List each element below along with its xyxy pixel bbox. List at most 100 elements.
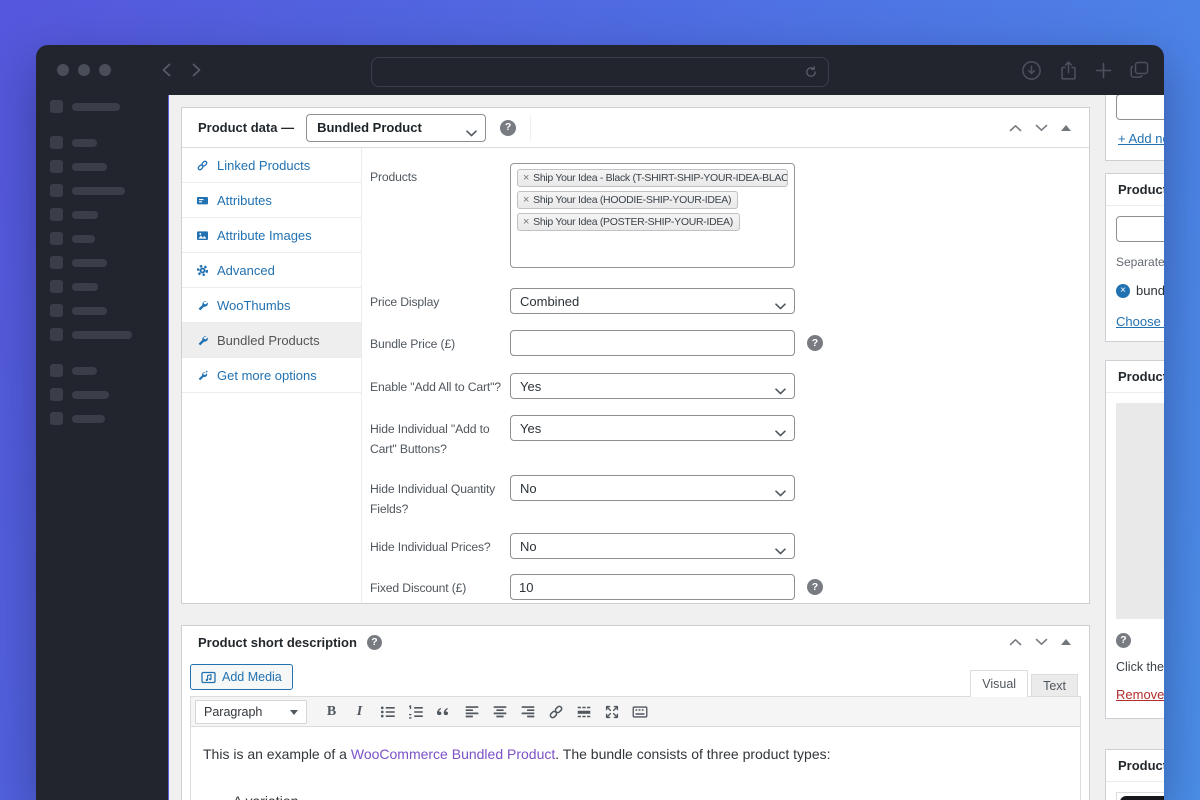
new-tab-icon[interactable] — [1095, 62, 1112, 79]
move-down-icon[interactable] — [1035, 633, 1048, 651]
choose-from-tags-link[interactable]: Choose fr — [1116, 314, 1164, 329]
help-icon[interactable]: ? — [807, 335, 823, 351]
bold-button[interactable]: B — [318, 700, 345, 724]
help-icon[interactable]: ? — [1116, 632, 1131, 648]
help-icon[interactable]: ? — [807, 579, 823, 595]
add-media-button[interactable]: Add Media — [190, 664, 293, 690]
sidebar-skeleton-item — [50, 412, 105, 425]
remove-chip-icon[interactable]: × — [523, 194, 529, 206]
window-dot-2[interactable] — [78, 64, 90, 76]
window-dot-3[interactable] — [99, 64, 111, 76]
move-up-icon[interactable] — [1009, 633, 1022, 651]
remove-tag-icon[interactable]: × — [1116, 283, 1130, 298]
product-data-panel: Product data — Bundled Product ? Linked … — [181, 107, 1090, 604]
attributes-icon — [197, 196, 208, 204]
price-display-select[interactable]: Combined — [510, 288, 795, 314]
share-icon[interactable] — [1059, 60, 1078, 81]
collapse-panel-icon[interactable] — [1061, 639, 1071, 645]
product-image[interactable] — [1116, 403, 1164, 619]
description-list-item: A variation, — [233, 790, 1068, 800]
add-new-link[interactable]: + Add ne — [1118, 131, 1164, 146]
field-label: Price Display — [370, 295, 440, 309]
window-controls[interactable] — [57, 64, 111, 76]
tab-attributes[interactable]: Attributes — [182, 183, 361, 218]
woocommerce-bundled-product-link[interactable]: WooCommerce Bundled Product — [351, 746, 555, 762]
numbered-list-button[interactable] — [402, 700, 429, 724]
bundle-price-input[interactable] — [510, 330, 795, 356]
product-image-title: Product i — [1106, 361, 1164, 393]
short-description-title: Product short description — [198, 634, 357, 650]
help-icon[interactable]: ? — [366, 634, 382, 650]
toolbar-toggle-button[interactable] — [626, 700, 653, 724]
forward-icon[interactable] — [190, 61, 203, 79]
back-icon[interactable] — [160, 61, 173, 79]
right-sidebar: + Add ne Product t Separate t × bundle C… — [1105, 95, 1164, 800]
align-right-button[interactable] — [514, 700, 541, 724]
product-gallery-title: Product g — [1106, 750, 1164, 782]
remove-chip-icon[interactable]: × — [523, 216, 529, 228]
reload-icon[interactable] — [804, 65, 818, 79]
wrench-icon — [198, 300, 208, 310]
tab-advanced[interactable]: Advanced — [182, 253, 361, 288]
enable-add-all-select[interactable]: Yes — [510, 373, 795, 399]
align-left-button[interactable] — [458, 700, 485, 724]
sidebar-skeleton-item — [50, 280, 98, 293]
link-button[interactable] — [542, 700, 569, 724]
product-data-title: Product data — — [198, 120, 295, 135]
browser-chrome — [36, 45, 1164, 95]
field-label: Enable "Add All to Cart"? — [370, 380, 501, 394]
italic-button[interactable]: I — [346, 700, 373, 724]
editor-content[interactable]: This is an example of a WooCommerce Bund… — [191, 727, 1080, 800]
tab-woothumbs[interactable]: WooThumbs — [182, 288, 361, 323]
sidebar-skeleton-item — [50, 304, 107, 317]
move-up-icon[interactable] — [1009, 119, 1022, 137]
image-icon — [197, 230, 208, 240]
align-center-button[interactable] — [486, 700, 513, 724]
tab-bundled-products[interactable]: Bundled Products — [182, 323, 361, 358]
tab-linked-products[interactable]: Linked Products — [182, 148, 361, 183]
wrench-icon — [198, 335, 208, 345]
product-type-select[interactable]: Bundled Product — [306, 113, 487, 142]
help-icon[interactable]: ? — [500, 119, 517, 136]
hide-quantity-select[interactable]: No — [510, 475, 795, 501]
tab-attribute-images[interactable]: Attribute Images — [182, 218, 361, 253]
products-multiselect[interactable]: × Ship Your Idea - Black (T-SHIRT-SHIP-Y… — [510, 163, 795, 268]
product-image-panel: Product i ? Click the i Remove p — [1105, 360, 1164, 719]
sidebar-skeleton-item — [50, 364, 97, 377]
category-input[interactable] — [1116, 95, 1164, 120]
paragraph-format-dropdown[interactable]: Paragraph — [195, 699, 307, 724]
selected-product-chip: × Ship Your Idea - Black (T-SHIRT-SHIP-Y… — [517, 169, 788, 187]
remove-product-image-link[interactable]: Remove p — [1116, 687, 1164, 702]
chevron-down-icon — [775, 425, 786, 440]
sidebar-skeleton-item — [50, 328, 132, 341]
read-more-button[interactable] — [570, 700, 597, 724]
remove-chip-icon[interactable]: × — [523, 172, 529, 184]
tab-get-more-options[interactable]: Get more options — [182, 358, 361, 393]
tags-input[interactable] — [1116, 216, 1164, 242]
gallery-thumbnail[interactable] — [1116, 792, 1164, 800]
wrench-star-icon — [198, 369, 209, 380]
collapse-panel-icon[interactable] — [1061, 124, 1071, 131]
fullscreen-button[interactable] — [598, 700, 625, 724]
chain-icon — [197, 160, 208, 170]
bullet-list-button[interactable] — [374, 700, 401, 724]
hide-add-to-cart-select[interactable]: Yes — [510, 415, 795, 441]
downloads-icon[interactable] — [1021, 60, 1042, 81]
field-label: Bundle Price (£) — [370, 337, 455, 351]
hide-prices-select[interactable]: No — [510, 533, 795, 559]
sidebar-skeleton-item — [50, 256, 107, 269]
text-tab[interactable]: Text — [1031, 674, 1078, 697]
chevron-down-icon — [775, 383, 786, 398]
address-bar[interactable] — [371, 57, 829, 87]
fixed-discount-input[interactable] — [510, 574, 795, 600]
field-label: Hide Individual "Add to Cart" Buttons? — [370, 422, 490, 456]
visual-tab[interactable]: Visual — [970, 670, 1029, 697]
product-tags-panel: Product t Separate t × bundle Choose fr — [1105, 173, 1164, 342]
blockquote-button[interactable] — [430, 700, 457, 724]
tabs-overview-icon[interactable] — [1129, 60, 1150, 80]
sidebar-skeleton-item — [50, 232, 95, 245]
move-down-icon[interactable] — [1035, 119, 1048, 137]
header-divider — [530, 114, 532, 141]
chevron-down-icon — [775, 485, 786, 500]
window-dot-1[interactable] — [57, 64, 69, 76]
